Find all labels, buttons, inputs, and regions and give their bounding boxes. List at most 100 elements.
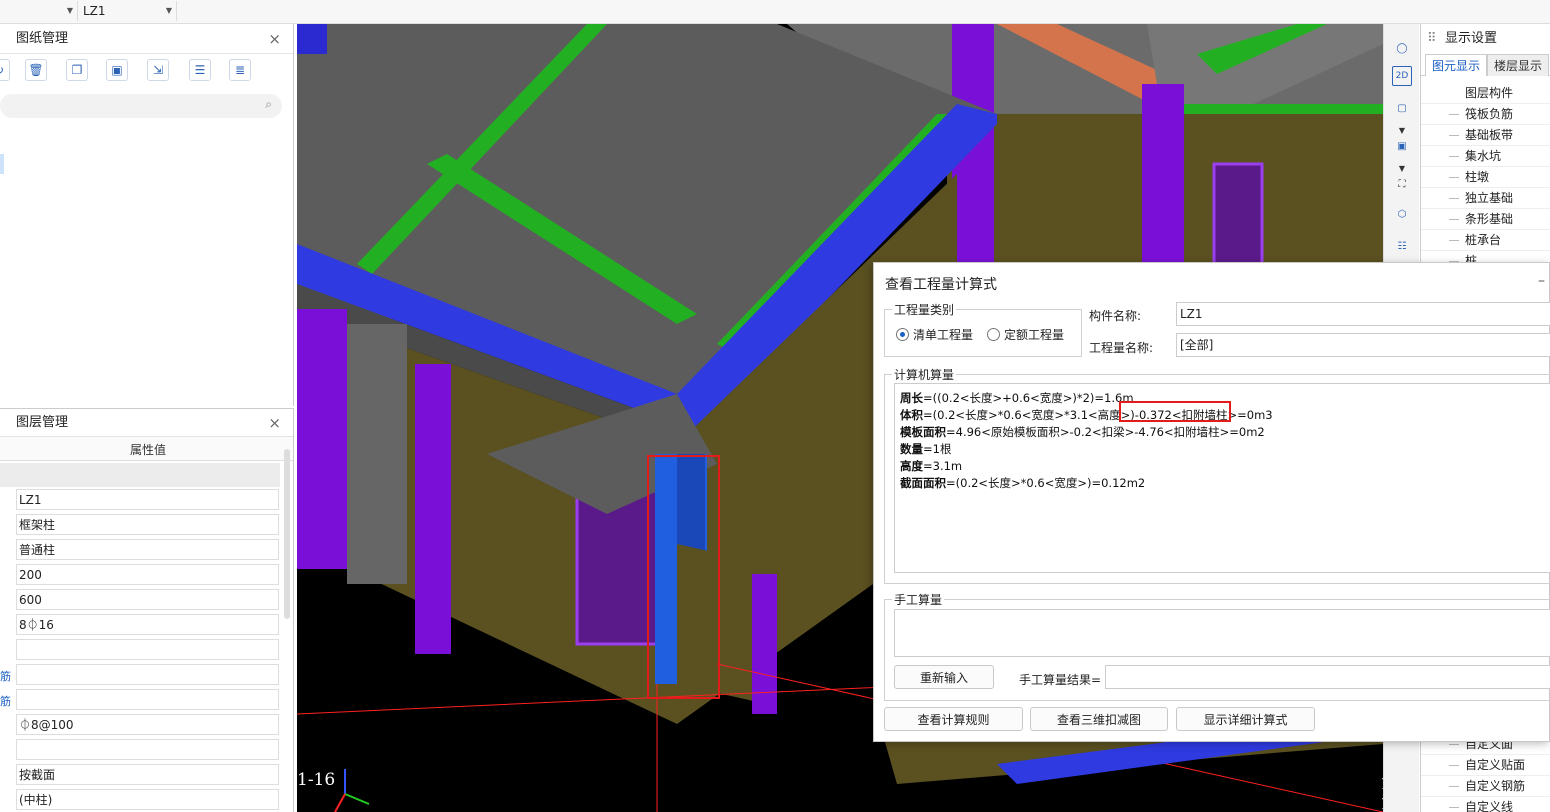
refresh-icon[interactable]: ↻ xyxy=(0,59,10,81)
calc-key: 周长 xyxy=(900,391,923,405)
selected-row-marker xyxy=(0,154,4,174)
panel-title: ⠿ 显示设置 xyxy=(1421,24,1550,54)
property-value-field[interactable]: 200 xyxy=(16,564,279,585)
list-item[interactable]: 自定义线 xyxy=(1421,797,1550,812)
list-item[interactable]: 自定义钢筋 xyxy=(1421,776,1550,797)
manual-calc-label: 手工算量 xyxy=(892,591,945,608)
property-value-field[interactable]: 框架柱 xyxy=(16,514,279,535)
quantity-formula-dialog: 查看工程量计算式 – 工程量类别 清单工程量 定额工程量 构件名称: LZ1 工… xyxy=(873,262,1550,742)
list-view-icon[interactable]: ☷ xyxy=(1390,234,1414,258)
box-icon[interactable]: ⬡ xyxy=(1390,202,1414,226)
calc-line-count: 数量=1根 xyxy=(900,441,951,457)
2d-view-icon[interactable]: 2D xyxy=(1392,66,1412,86)
property-value-field[interactable] xyxy=(16,664,279,685)
orbit-icon[interactable]: ◯ xyxy=(1390,36,1414,60)
close-icon[interactable]: × xyxy=(268,409,281,437)
copy-icon[interactable]: ❐ xyxy=(66,59,88,81)
calc-key: 高度 xyxy=(900,459,923,473)
property-value-field[interactable] xyxy=(16,689,279,710)
panel-title: 图层管理 × xyxy=(0,409,293,437)
save-icon[interactable]: ▣ xyxy=(106,59,128,81)
cube-view-icon[interactable]: ▢ xyxy=(1390,96,1414,120)
radio-checked-icon xyxy=(896,328,909,341)
text-icon[interactable]: ☰ xyxy=(189,59,211,81)
delete-icon[interactable]: 🗑 xyxy=(25,59,47,81)
radio-unchecked-icon xyxy=(987,328,1000,341)
drawing-panel-title: 图纸管理 xyxy=(16,31,69,46)
calc-key: 截面面积 xyxy=(900,476,946,490)
scrollbar[interactable] xyxy=(284,449,290,619)
drag-handle-icon[interactable]: ⠿ xyxy=(1427,24,1437,54)
list-item[interactable]: 桩承台 xyxy=(1421,230,1550,251)
tab-element-display[interactable]: 图元显示 xyxy=(1425,54,1488,76)
list-item-label: 自定义钢筋 xyxy=(1465,779,1526,793)
tab-floor-display[interactable]: 楼层显示 xyxy=(1487,54,1550,76)
drawing-search-input[interactable]: ⌕ xyxy=(0,94,282,118)
chevron-down-icon: ▼ xyxy=(66,6,73,15)
manual-result-label: 手工算量结果= xyxy=(1019,673,1102,687)
highlight-box xyxy=(1119,401,1231,422)
property-label: 筋 xyxy=(0,670,11,683)
component-name-label: 构件名称: xyxy=(1089,309,1142,323)
floor-select[interactable]: ▼ xyxy=(0,1,78,21)
view-3d-deduction-button[interactable]: 查看三维扣减图 xyxy=(1030,707,1168,731)
calc-key: 模板面积 xyxy=(900,425,946,439)
top-toolbar: ▼ LZ1 ▼ xyxy=(0,0,1550,24)
calc-key: 体积 xyxy=(900,408,923,422)
property-value-field[interactable] xyxy=(16,639,279,660)
calc-expr: =(0.2<长度>*0.6<宽度>)=0.12m2 xyxy=(946,476,1146,490)
radio-bill-quantity[interactable]: 清单工程量 xyxy=(896,326,973,343)
minimize-icon[interactable]: – xyxy=(1538,273,1545,289)
quantity-name-select[interactable]: [全部] xyxy=(1176,333,1550,357)
calc-line-height: 高度=3.1m xyxy=(900,458,962,474)
fullscreen-icon[interactable]: ⛶ xyxy=(1390,172,1414,196)
property-value-field[interactable]: (中柱) xyxy=(16,789,279,810)
drawing-toolbar: ↻ 🗑 ❐ ▣ ⇲ ☰ ≣ xyxy=(0,54,293,88)
list-item[interactable]: 独立基础 xyxy=(1421,188,1550,209)
property-value-field[interactable]: 600 xyxy=(16,589,279,610)
component-select[interactable]: LZ1 ▼ xyxy=(79,1,177,21)
component-name-field[interactable]: LZ1 xyxy=(1176,302,1550,326)
list-icon[interactable]: ≣ xyxy=(229,59,251,81)
property-value-field[interactable]: 普通柱 xyxy=(16,539,279,560)
calc-expr: =3.1m xyxy=(923,459,963,473)
property-value-field[interactable]: LZ1 xyxy=(16,489,279,510)
calc-line-perimeter: 周长=((0.2<长度>+0.6<宽度>)*2)=1.6m xyxy=(900,390,1134,406)
export-icon[interactable]: ⇲ xyxy=(147,59,169,81)
reenter-button[interactable]: 重新输入 xyxy=(894,665,994,689)
component-select-value: LZ1 xyxy=(83,4,106,18)
list-item[interactable]: 基础板带 xyxy=(1421,125,1550,146)
show-detail-formula-button[interactable]: 显示详细计算式 xyxy=(1176,707,1315,731)
list-item[interactable]: 自定义贴面 xyxy=(1421,755,1550,776)
property-value-field[interactable]: 按截面 xyxy=(16,764,279,785)
property-value-field[interactable]: 8⏀16 xyxy=(16,614,279,635)
display-tabs: 图元显示 楼层显示 xyxy=(1421,54,1550,76)
view-calc-rules-button[interactable]: 查看计算规则 xyxy=(884,707,1023,731)
radio-quota-quantity[interactable]: 定额工程量 xyxy=(987,326,1064,343)
quantity-name-label: 工程量名称: xyxy=(1089,341,1154,355)
list-item[interactable]: 筏板负筋 xyxy=(1421,104,1550,125)
layer-management-panel: 图层管理 × 属性值 LZ1 框架柱 普通柱 200 600 8⏀16 筋 筋 … xyxy=(0,408,294,812)
list-item[interactable]: 条形基础 xyxy=(1421,209,1550,230)
layer-list-top: 筏板负筋 基础板带 集水坑 柱墩 独立基础 条形基础 桩承台 桩 xyxy=(1421,104,1550,272)
list-item-label: 集水坑 xyxy=(1465,149,1502,163)
list-item-label: 独立基础 xyxy=(1465,191,1514,205)
computer-calc-area[interactable]: 周长=((0.2<长度>+0.6<宽度>)*2)=1.6m 体积 =(0.2<长度… xyxy=(894,383,1550,573)
close-icon[interactable]: × xyxy=(268,24,281,54)
manual-calc-input[interactable] xyxy=(894,609,1550,657)
property-value-field[interactable] xyxy=(16,739,279,760)
radio-bill-label: 清单工程量 xyxy=(913,328,974,342)
property-label: 筋 xyxy=(0,695,11,708)
calc-expr: =((0.2<长度>+0.6<宽度>)*2)=1.6m xyxy=(923,391,1134,405)
list-item-label: 筏板负筋 xyxy=(1465,107,1514,121)
3d-cube-icon[interactable]: ▣ xyxy=(1390,134,1414,158)
property-value-field[interactable]: ⏀8@100 xyxy=(16,714,279,735)
axis-label-left: 1-16 xyxy=(297,770,336,790)
computer-calc-label: 计算机算量 xyxy=(892,366,957,383)
manual-result-field[interactable] xyxy=(1105,665,1550,689)
list-item[interactable]: 柱墩 xyxy=(1421,167,1550,188)
list-item-label: 自定义线 xyxy=(1465,800,1514,812)
list-item[interactable]: 集水坑 xyxy=(1421,146,1550,167)
layer-panel-title: 图层管理 xyxy=(16,415,69,430)
calc-line-section-area: 截面面积=(0.2<长度>*0.6<宽度>)=0.12m2 xyxy=(900,475,1145,491)
